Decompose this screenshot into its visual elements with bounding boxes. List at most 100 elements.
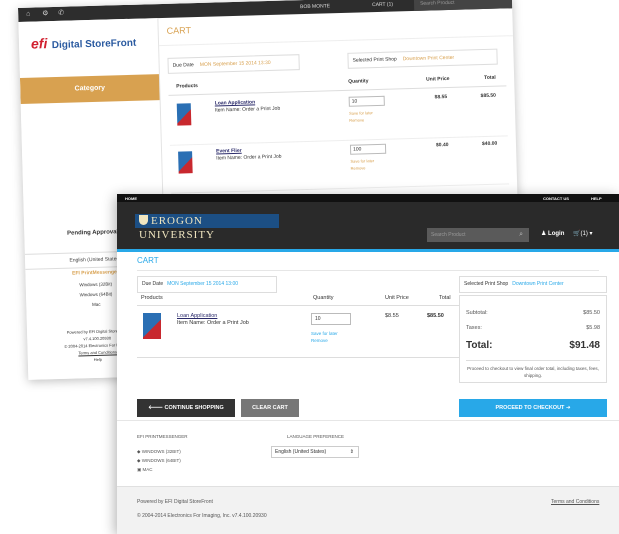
row-total: $85.50 xyxy=(480,92,497,100)
col-products: Products xyxy=(176,83,199,90)
remove-link[interactable]: Remove xyxy=(351,165,366,170)
footer: Powered by EFI Digital StoreFront © 2004… xyxy=(117,486,619,534)
remove-link[interactable]: Remove xyxy=(349,117,364,122)
total-value: $91.48 xyxy=(569,340,600,351)
university-name: EROGON UNIVERSITY xyxy=(139,215,215,241)
print-shop-box[interactable]: Selected Print Shop Downtown Print Center xyxy=(459,276,607,293)
subtotal-label: Subtotal: xyxy=(466,310,488,316)
search-input[interactable]: Search Product ⌕ xyxy=(427,228,529,242)
remove-link[interactable]: Remove xyxy=(311,338,328,343)
col-unit-price: Unit Price xyxy=(385,295,409,301)
due-date-value[interactable]: MON September 15 2014 13:00 xyxy=(167,281,238,287)
continue-shopping-button[interactable]: 🡐 CONTINUE SHOPPING xyxy=(137,399,235,417)
print-shop-box[interactable]: Selected Print Shop Downtown Print Center xyxy=(347,48,498,69)
logo-name: Digital StoreFront xyxy=(51,37,137,52)
product-name[interactable]: Event Flier xyxy=(216,148,242,155)
printmessenger-title: EFI PRINTMESSENGER xyxy=(137,434,188,439)
clear-cart-button[interactable]: CLEAR CART xyxy=(241,399,299,417)
col-unit-price: Unit Price xyxy=(426,75,450,83)
shield-icon xyxy=(139,215,148,225)
university-logo[interactable]: EROGON UNIVERSITY xyxy=(135,214,279,241)
phone-icon[interactable]: ✆ xyxy=(58,10,64,18)
print-shop-value[interactable]: Downtown Print Center xyxy=(512,281,563,287)
user-menu[interactable]: BOB MONTE xyxy=(300,3,330,10)
unit-price: $8.55 xyxy=(434,94,448,101)
download-windows-32[interactable]: ◆ WINDOWS (32BIT) xyxy=(137,449,181,455)
row-total: $40.00 xyxy=(481,140,498,148)
language-select[interactable]: English (United States) ⇕ xyxy=(271,446,359,458)
product-thumbnail[interactable] xyxy=(143,313,161,339)
help-link[interactable]: HELP xyxy=(591,196,602,201)
due-date-label: Due Date xyxy=(142,281,164,287)
quantity-input[interactable]: 100 xyxy=(349,143,387,155)
col-total: Total xyxy=(484,74,496,82)
checkout-label: PROCEED TO CHECKOUT xyxy=(495,405,565,411)
taxes-value: $5.98 xyxy=(586,325,600,331)
login-label: Login xyxy=(548,231,565,237)
col-quantity: Quantity xyxy=(348,78,369,85)
user-icon: ♟ xyxy=(541,231,549,237)
due-date-box[interactable]: Due Date MON September 15 2014 13:00 xyxy=(137,276,277,293)
due-date-box[interactable]: Due Date MON September 15 2014 13:30 xyxy=(167,54,300,74)
total-label: Total: xyxy=(466,340,493,351)
front-storefront-window: HOME CONTACT US HELP EROGON UNIVERSITY S… xyxy=(117,194,619,534)
print-shop-value[interactable]: Downtown Print Center xyxy=(403,55,455,62)
product-name[interactable]: Loan Application xyxy=(177,313,217,319)
continue-label: CONTINUE SHOPPING xyxy=(164,405,224,411)
col-quantity: Quantity xyxy=(313,295,334,301)
chevron-down-icon: ⇕ xyxy=(349,449,354,455)
quantity-input[interactable]: 10 xyxy=(348,95,385,107)
quantity-input[interactable]: 10 xyxy=(311,313,351,325)
download-mac[interactable]: ▣ MAC xyxy=(137,467,153,473)
save-for-later-link[interactable]: Save for later xyxy=(349,110,373,116)
site-header: EROGON UNIVERSITY Search Product ⌕ ♟ Log… xyxy=(117,202,619,252)
terms-link[interactable]: Terms and Conditions xyxy=(551,499,599,505)
search-icon[interactable]: ⌕ xyxy=(519,228,523,242)
divider xyxy=(117,420,619,421)
gear-icon[interactable]: ⚙ xyxy=(42,10,49,18)
category-header[interactable]: Category xyxy=(19,74,160,104)
product-item: Item Name: Order a Print Job xyxy=(177,320,249,326)
product-item: Item Name: Order a Print Job xyxy=(216,153,282,162)
download-windows-64[interactable]: ◆ WINDOWS (64BIT) xyxy=(137,458,181,464)
taxes-label: Taxes: xyxy=(466,325,482,331)
logo-brand: efi xyxy=(30,35,48,52)
download-label: MAC xyxy=(142,467,153,472)
print-shop-label: Selected Print Shop xyxy=(464,281,509,287)
product-thumbnail[interactable] xyxy=(176,103,192,126)
due-date-value[interactable]: MON September 15 2014 13:30 xyxy=(200,60,271,68)
save-for-later-link[interactable]: Save for later xyxy=(350,158,374,164)
divider xyxy=(137,270,599,271)
row-total: $85.50 xyxy=(427,313,444,319)
product-thumbnail[interactable] xyxy=(178,151,193,174)
due-date-label: Due Date xyxy=(172,62,194,69)
order-summary: Subtotal: $85.50 Taxes: $5.98 Total: $91… xyxy=(459,295,607,383)
cart-link[interactable]: 🛒(1) ▾ xyxy=(573,230,593,237)
proceed-to-checkout-button[interactable]: PROCEED TO CHECKOUT ➜ xyxy=(459,399,607,417)
arrow-left-icon: 🡐 xyxy=(148,405,165,411)
cart-count: (1) xyxy=(580,231,588,237)
efi-logo[interactable]: efi Digital StoreFront xyxy=(18,18,158,72)
table-row: Event Flier Item Name: Order a Print Job… xyxy=(169,136,510,194)
cart-menu[interactable]: CART (1) xyxy=(372,2,393,9)
product-name[interactable]: Loan Application xyxy=(215,99,256,106)
page-title: CART xyxy=(137,256,159,265)
home-icon[interactable]: ⌂ xyxy=(26,11,30,19)
copyright: © 2004-2014 Electronics For Imaging, Inc… xyxy=(137,513,267,519)
checkout-note: Proceed to checkout to view final order … xyxy=(466,360,600,379)
home-link[interactable]: HOME xyxy=(125,196,137,201)
download-label: WINDOWS (64BIT) xyxy=(141,458,181,463)
arrow-right-icon: ➜ xyxy=(564,405,571,411)
utility-bar: HOME CONTACT US HELP xyxy=(117,194,619,202)
unit-price: $0.40 xyxy=(435,142,449,149)
save-for-later-link[interactable]: Save for later xyxy=(311,331,338,336)
col-products: Products xyxy=(141,295,163,301)
col-total: Total xyxy=(439,295,451,301)
login-link[interactable]: ♟ Login xyxy=(541,230,564,237)
search-placeholder: Search Product xyxy=(431,232,466,238)
language-value: English (United States) xyxy=(275,449,327,455)
language-title: LANGUAGE PREFERENCE xyxy=(287,434,345,439)
powered-by: Powered by EFI Digital StoreFront xyxy=(137,499,213,505)
contact-us-link[interactable]: CONTACT US xyxy=(543,196,569,201)
product-item: Item Name: Order a Print Job xyxy=(214,105,281,114)
